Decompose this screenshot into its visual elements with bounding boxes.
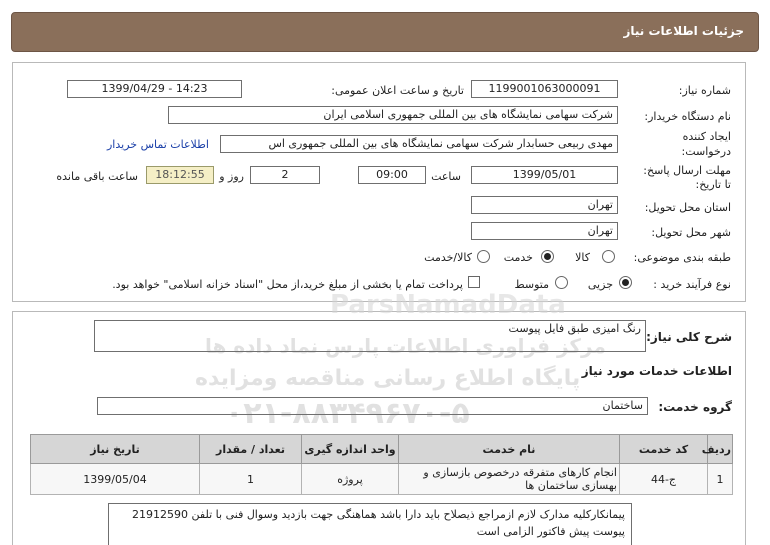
col-header-code: کد خدمت xyxy=(619,434,708,464)
watermark-brand: ParsNamadData xyxy=(330,290,566,320)
process-type-label: نوع فرآیند خرید : xyxy=(653,278,731,291)
days-remaining-field[interactable]: 2 xyxy=(250,166,320,184)
process-medium-radio[interactable] xyxy=(555,276,568,289)
watermark-line2: پایگاه اطلاع رسانی مناقصه ومزایده xyxy=(195,366,581,391)
city-label: شهر محل تحویل: xyxy=(651,226,731,239)
description-field[interactable]: رنگ امیزی طبق فایل پیوست xyxy=(94,320,646,352)
cell-name: انجام کارهای متفرقه درخصوص بازسازی و بهس… xyxy=(398,463,620,495)
page-title: جزئیات اطلاعات نیاز xyxy=(623,24,744,38)
deadline-label-line1: مهلت ارسال پاسخ: xyxy=(643,164,731,177)
category-label: طبقه بندی موضوعی: xyxy=(633,251,731,264)
province-label: استان محل تحویل: xyxy=(644,201,731,214)
deadline-time-label: ساعت xyxy=(431,170,461,183)
creator-field[interactable]: مهدی ربیعی حسابدار شرکت سهامی نمایشگاه ه… xyxy=(220,135,618,153)
buyer-org-field[interactable]: شرکت سهامی نمایشگاه های بین المللی جمهور… xyxy=(168,106,618,124)
city-field[interactable]: تهران xyxy=(471,222,618,240)
category-goods-service-label: کالا/خدمت xyxy=(424,251,472,264)
announce-date-label: تاریخ و ساعت اعلان عمومی: xyxy=(331,84,464,97)
need-number-label: شماره نیاز: xyxy=(678,84,731,97)
category-service-label: خدمت xyxy=(503,251,533,264)
cell-date: 1399/05/04 xyxy=(30,463,200,495)
category-service-radio[interactable] xyxy=(541,250,554,263)
category-goods-label: کالا xyxy=(575,251,590,264)
province-field[interactable]: تهران xyxy=(471,196,618,214)
buyer-notes-field[interactable]: پیمانکارکلیه مدارک لازم ازمراجع ذیصلاح ب… xyxy=(108,503,632,545)
creator-label-line1: ایجاد کننده xyxy=(682,130,731,143)
deadline-time-field[interactable]: 09:00 xyxy=(358,166,426,184)
remaining-time-counter: 18:12:55 xyxy=(146,166,214,184)
cell-unit: پروژه xyxy=(301,463,399,495)
buyer-contact-link[interactable]: اطلاعات تماس خریدار xyxy=(107,138,209,151)
table-row: 1 ج-44 انجام کارهای متفرقه درخصوص بازساز… xyxy=(30,463,733,495)
table-header-row: ردیف کد خدمت نام خدمت واحد اندازه گیری ت… xyxy=(30,434,733,464)
deadline-date-field[interactable]: 1399/05/01 xyxy=(471,166,618,184)
cell-code: ج-44 xyxy=(619,463,708,495)
page-header: جزئیات اطلاعات نیاز xyxy=(11,12,759,52)
cell-qty: 1 xyxy=(199,463,302,495)
col-header-name: نام خدمت xyxy=(398,434,620,464)
remaining-time-label: ساعت باقی مانده xyxy=(56,170,138,183)
col-header-date: تاریخ نیاز xyxy=(30,434,200,464)
process-minor-radio[interactable] xyxy=(619,276,632,289)
services-table: ردیف کد خدمت نام خدمت واحد اندازه گیری ت… xyxy=(30,434,733,495)
category-goods-service-radio[interactable] xyxy=(477,250,490,263)
cell-row: 1 xyxy=(707,463,733,495)
category-goods-radio[interactable] xyxy=(602,250,615,263)
col-header-row: ردیف xyxy=(702,434,733,464)
col-header-unit: واحد اندازه گیری xyxy=(301,434,399,464)
need-number-field[interactable]: 1199001063000091 xyxy=(471,80,618,98)
announce-date-field[interactable]: 1399/04/29 - 14:23 xyxy=(67,80,242,98)
creator-label-line2: درخواست: xyxy=(681,145,731,158)
process-minor-label: جزیی xyxy=(587,278,613,291)
treasury-payment-checkbox[interactable] xyxy=(468,276,480,288)
services-info-title: اطلاعات خدمات مورد نیاز xyxy=(581,364,732,378)
service-group-field[interactable]: ساختمان xyxy=(97,397,648,415)
description-label: شرح کلی نیاز: xyxy=(646,330,732,344)
deadline-label-line2: تا تاریخ: xyxy=(695,178,731,191)
service-group-label: گروه خدمت: xyxy=(658,400,732,414)
buyer-org-label: نام دستگاه خریدار: xyxy=(644,110,731,123)
days-label: روز و xyxy=(219,170,244,183)
col-header-qty: تعداد / مقدار xyxy=(199,434,302,464)
